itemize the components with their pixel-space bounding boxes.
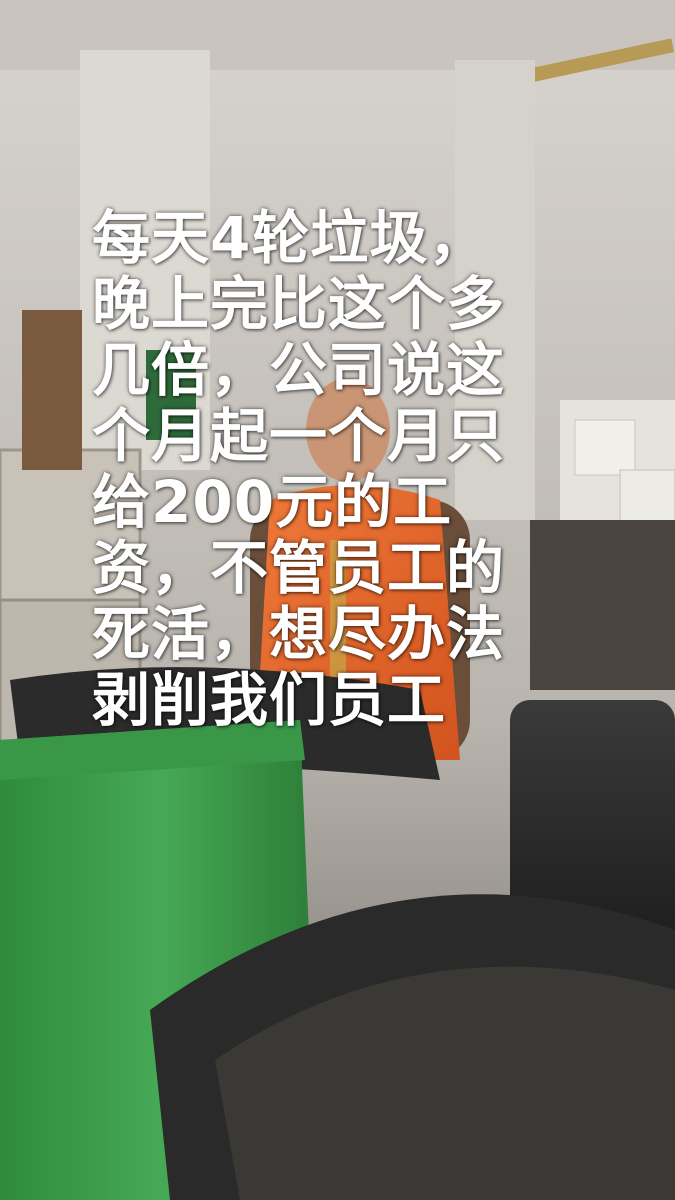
caption-line: 剥削我们员工 [92,666,447,734]
wooden-board [22,310,82,470]
caption-line: 几倍，公司说这 [92,336,506,404]
caption-line: 晚上完比这个多 [92,270,506,338]
caption-line: 给200元的工 [92,468,453,536]
caption-line: 资，不管员工的 [92,534,506,602]
caption-line: 每天4轮垃圾， [92,204,488,272]
caption-overlay: 每天4轮垃圾， 晚上完比这个多 几倍，公司说这 个月起一个月只 给200元的工 … [92,205,592,733]
caption-line: 个月起一个月只 [92,402,506,470]
caption-line: 死活，想尽办法 [92,600,506,668]
